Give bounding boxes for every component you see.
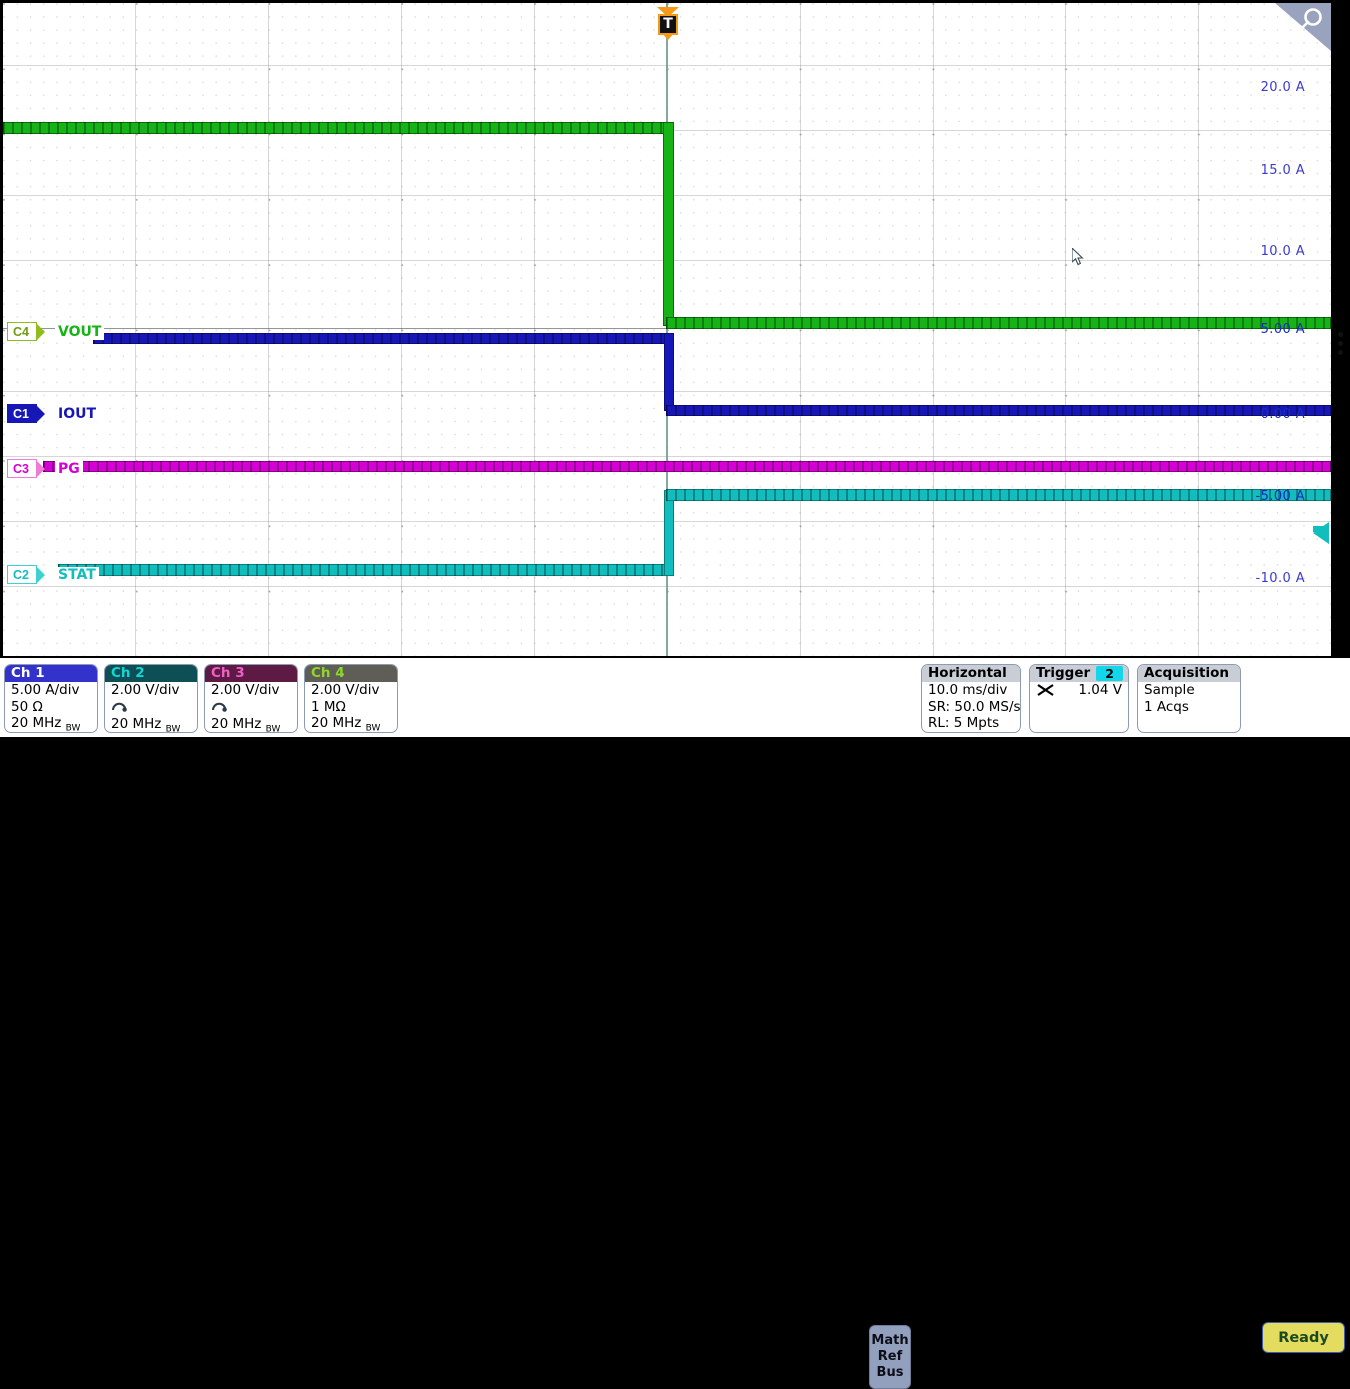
trigger-down-arrow-icon	[662, 33, 674, 40]
trigger-time-line[interactable]	[666, 3, 668, 656]
bw-value: 20 MHz	[11, 715, 61, 731]
channel-tag-c1[interactable]: C1 IOUT	[7, 404, 99, 423]
dot	[1338, 332, 1343, 337]
trigger-title: Trigger	[1036, 665, 1090, 681]
acquisition-panel[interactable]: Acquisition Sample 1 Acqs	[1137, 664, 1241, 733]
horizontal-scale: 10.0 ms/div	[922, 682, 1020, 699]
grid-vline	[800, 3, 801, 656]
y-axis-label: -5.00 A	[1256, 489, 1305, 504]
horizontal-title: Horizontal	[922, 665, 1020, 682]
channel-coupling-ch2	[105, 699, 197, 717]
y-axis-label: 20.0 A	[1261, 80, 1305, 95]
trigger-position-marker[interactable]: T	[657, 7, 679, 35]
channel-tag-c3[interactable]: C3 PG	[7, 459, 83, 478]
scope-screen: 20.0 A 15.0 A 10.0 A 5.00 A 0.00 A -5.00…	[0, 0, 1350, 737]
channel-label-pg: PG	[55, 461, 83, 477]
channel-panel-ch2[interactable]: Ch 2 2.00 V/div 20 MHz BW	[104, 664, 198, 733]
channel-bandwidth-ch1: 20 MHz BW	[5, 715, 97, 733]
channel-bandwidth-ch2: 20 MHz BW	[105, 716, 197, 733]
channel-panel-ch3[interactable]: Ch 3 2.00 V/div 20 MHz BW	[204, 664, 298, 733]
trigger-panel[interactable]: Trigger 2 1.04 V	[1029, 664, 1129, 733]
ref-label: Ref	[878, 1349, 902, 1365]
channel-panel-title-ch2[interactable]: Ch 2	[105, 665, 197, 682]
channel-coupling-ch4: 1 MΩ	[305, 699, 397, 716]
channel-label-iout: IOUT	[55, 406, 99, 422]
mouse-cursor-icon	[1072, 248, 1084, 266]
channel-bandwidth-ch3: 20 MHz BW	[205, 716, 297, 733]
channel-scale-ch4: 2.00 V/div	[305, 682, 397, 699]
bw-subscript: BW	[366, 724, 381, 733]
dot	[1338, 350, 1343, 355]
bw-subscript: BW	[166, 725, 181, 733]
bw-value: 20 MHz	[111, 716, 161, 732]
status-badge[interactable]: Ready	[1262, 1322, 1345, 1353]
more-options-menu[interactable]	[1338, 328, 1343, 359]
grid-vline	[933, 3, 934, 656]
magnifier-icon	[1275, 3, 1331, 51]
horizontal-panel[interactable]: Horizontal 10.0 ms/div SR: 50.0 MS/s RL:…	[921, 664, 1021, 733]
waveform-graticule[interactable]: 20.0 A 15.0 A 10.0 A 5.00 A 0.00 A -5.00…	[3, 3, 1331, 656]
y-axis-label: 15.0 A	[1261, 163, 1305, 178]
channel-panel-ch1[interactable]: Ch 1 5.00 A/div 50 Ω 20 MHz BW	[4, 664, 98, 733]
trigger-title-row: Trigger 2	[1030, 665, 1128, 682]
grid-vline	[135, 3, 136, 656]
grid-vline	[534, 3, 535, 656]
y-axis-label: 10.0 A	[1261, 244, 1305, 259]
y-axis-label: 5.00 A	[1261, 322, 1305, 337]
dot	[1338, 341, 1343, 346]
channel-coupling-ch1: 50 Ω	[5, 699, 97, 716]
horizontal-record-length: RL: 5 Mpts	[922, 715, 1020, 732]
channel-badge-c2[interactable]: C2	[7, 565, 37, 584]
horizontal-sample-rate: SR: 50.0 MS/s	[922, 699, 1020, 716]
channel-bandwidth-ch4: 20 MHz BW	[305, 715, 397, 733]
trigger-level: 1.04 V	[1078, 682, 1122, 699]
bw-value: 20 MHz	[311, 715, 361, 731]
acquisition-mode: Sample	[1138, 682, 1240, 699]
channel-panel-ch4[interactable]: Ch 4 2.00 V/div 1 MΩ 20 MHz BW	[304, 664, 398, 733]
trigger-source-badge[interactable]: 2	[1096, 666, 1123, 681]
zoom-corner-button[interactable]	[1275, 3, 1331, 51]
bw-subscript: BW	[66, 724, 81, 733]
trigger-t-label: T	[658, 14, 678, 35]
channel-panel-title-ch3[interactable]: Ch 3	[205, 665, 297, 682]
grid-vline	[1198, 3, 1199, 656]
channel-badge-c4[interactable]: C4	[7, 322, 37, 341]
channel-tag-c4[interactable]: C4 VOUT	[7, 322, 104, 341]
math-ref-bus-button[interactable]: Math Ref Bus	[869, 1325, 911, 1389]
probe-icon	[211, 699, 228, 712]
channel-panel-title-ch1[interactable]: Ch 1	[5, 665, 97, 682]
bw-subscript: BW	[266, 725, 281, 733]
probe-icon	[111, 699, 128, 712]
acquisition-title: Acquisition	[1138, 665, 1240, 682]
channel-tag-c2[interactable]: C2 STAT	[7, 565, 99, 584]
c2-offset-marker-arrow-icon[interactable]	[1313, 522, 1329, 544]
math-label: Math	[871, 1333, 908, 1349]
acquisition-count: 1 Acqs	[1138, 699, 1240, 716]
channel-coupling-ch3	[205, 699, 297, 717]
channel-scale-ch1: 5.00 A/div	[5, 682, 97, 699]
channel-label-vout: VOUT	[55, 324, 104, 340]
bus-label: Bus	[877, 1365, 904, 1381]
grid-vline	[401, 3, 402, 656]
bw-value: 20 MHz	[211, 716, 261, 732]
grid-vline	[268, 3, 269, 656]
edge-either-icon	[1036, 683, 1056, 697]
grid-vline	[1065, 3, 1066, 656]
bottom-settings-bar: Ch 1 5.00 A/div 50 Ω 20 MHz BW Ch 2 2.00…	[0, 658, 1350, 737]
channel-scale-ch2: 2.00 V/div	[105, 682, 197, 699]
channel-label-stat: STAT	[55, 567, 99, 583]
channel-badge-c1[interactable]: C1	[7, 404, 37, 423]
channel-scale-ch3: 2.00 V/div	[205, 682, 297, 699]
channel-panel-title-ch4[interactable]: Ch 4	[305, 665, 397, 682]
trigger-type-row: 1.04 V	[1030, 682, 1128, 699]
y-axis-label: -10.0 A	[1256, 571, 1305, 586]
channel-badge-c3[interactable]: C3	[7, 459, 37, 478]
y-axis-label: 0.00 A	[1261, 407, 1305, 422]
